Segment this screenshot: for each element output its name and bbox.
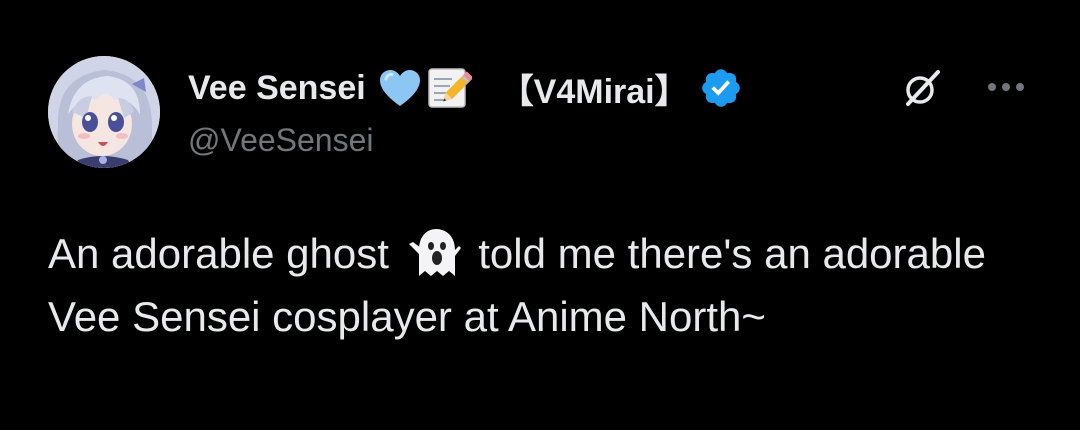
ghost-icon [405,226,463,278]
tweet-card[interactable]: Vee Sensei 【V4Mirai】 @VeeSensei An adora… [0,0,1080,430]
blue-heart-icon [378,68,422,108]
display-name[interactable]: Vee Sensei [188,69,366,108]
grok-icon[interactable] [900,66,944,110]
username[interactable]: @VeeSensei [188,122,374,159]
name-row: Vee Sensei 【V4Mirai】 [188,62,743,114]
avatar-image [48,56,160,168]
tweet-text: An adorable ghost told me there's an ado… [48,222,1048,348]
memo-icon [426,65,473,111]
more-options-icon[interactable] [984,72,1028,102]
verified-badge-icon[interactable] [699,66,743,110]
avatar[interactable] [48,56,160,168]
name-tag: 【V4Mirai】 [499,72,689,111]
tweet-text-part-1: An adorable ghost [48,230,389,277]
